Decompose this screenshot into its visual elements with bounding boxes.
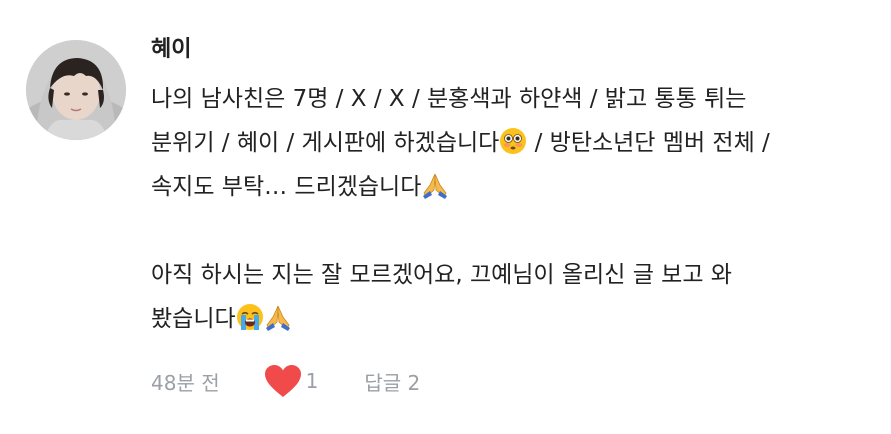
comment-author[interactable]: 혜이: [151, 34, 191, 66]
reply-button[interactable]: 답글 2: [364, 367, 420, 396]
comment-line: 아직 하시는 지는 잘 모르겠어요, 끄예님이 올리신 글 보고 와: [151, 262, 732, 288]
comment-line: 나의 남사친은 7명 / X / X / 분홍색과 하얀색 / 밝고 통통 튀는: [151, 86, 747, 112]
comment-line-text: 속지도 부탁… 드리겠습니다: [151, 174, 422, 200]
comment-line-text: / 방탄소년단 멤버 전체 /: [527, 130, 770, 156]
folded-hands-emoji: [264, 303, 292, 331]
like-button[interactable]: 1: [264, 364, 319, 398]
comment-line-text: 분위기 / 혜이 / 게시판에 하겠습니다: [151, 130, 500, 156]
avatar[interactable]: [26, 40, 126, 140]
like-count: 1: [305, 369, 319, 393]
flushed-face-emoji: [499, 127, 527, 155]
loudly-crying-face-emoji: [236, 303, 264, 331]
heart-icon[interactable]: [264, 364, 302, 398]
timestamp: 48분 전: [151, 370, 220, 395]
comment-body: 나의 남사친은 7명 / X / X / 분홍색과 하얀색 / 밝고 통통 튀는…: [151, 77, 871, 341]
comment-line-text: 봤습니다: [151, 306, 236, 332]
folded-hands-emoji: [421, 171, 449, 199]
comment-line-with-emoji: 분위기 / 혜이 / 게시판에 하겠습니다 / 방탄소년단 멤버 전체 /: [151, 121, 871, 165]
comment-line-with-emoji: 봤습니다: [151, 297, 871, 341]
comment-line-with-emoji: 속지도 부탁… 드리겠습니다: [151, 165, 871, 209]
comment-meta: 48분 전 1 답글 2: [151, 364, 420, 398]
